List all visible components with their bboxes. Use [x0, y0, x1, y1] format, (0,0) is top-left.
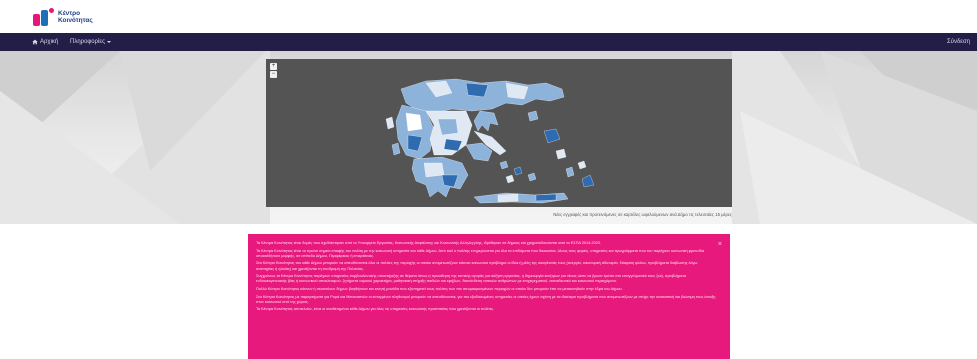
- logo-bar: Κέντρο Κοινότητας: [0, 0, 977, 32]
- info-paragraph-6: Στα Κέντρα Κοινότητας με παραρτήματα για…: [256, 294, 716, 304]
- nav-home-link[interactable]: Αρχική: [32, 39, 58, 45]
- map-panel[interactable]: + −: [266, 59, 732, 207]
- nav-home-label: Αρχική: [40, 39, 59, 45]
- zoom-in-button[interactable]: +: [270, 63, 277, 70]
- logo-line-1: Κέντρο: [58, 10, 81, 17]
- info-paragraph-2: Τα Κέντρα Κοινότητας είναι το πρώτο σημε…: [256, 248, 704, 258]
- greece-municipalities-map[interactable]: [266, 59, 732, 207]
- info-paragraph-3: Στα Κέντρα Κοινότητας του κάθε Δήμου μπο…: [256, 261, 698, 271]
- info-paragraph-5: Πολλά Κέντρα Κοινότητας κάνουν ή σκοπεύο…: [256, 286, 623, 291]
- home-icon: [32, 39, 38, 45]
- logo-mark-icon: [33, 8, 55, 26]
- zoom-out-button[interactable]: −: [270, 71, 277, 78]
- info-paragraph-1: Τα Κέντρα Κοινότητας είναι δομές που σχε…: [256, 241, 602, 245]
- caret-down-icon: [106, 41, 111, 43]
- nav-info-dropdown[interactable]: Πληροφορίες: [70, 39, 111, 45]
- logo-line-2: Κοινότητας: [58, 17, 93, 24]
- info-paragraph-7: Τα Κέντρα Κοινότητας αποτελούν, είναι οι…: [256, 307, 495, 312]
- nav-info-label: Πληροφορίες: [70, 39, 105, 45]
- logo[interactable]: Κέντρο Κοινότητας: [33, 7, 93, 27]
- logo-text: Κέντρο Κοινότητας: [58, 10, 93, 24]
- hero-section: + − Νέες εγγραφές και προτεινόμενες σε κ…: [0, 51, 977, 224]
- nav-login-label: Σύνδεση: [946, 39, 970, 45]
- info-alert: × Τα Κέντρα Κοινότητας είναι δομές που σ…: [248, 234, 730, 359]
- close-icon[interactable]: ×: [718, 241, 722, 248]
- info-paragraph-4: Συγχρόνως τα Κέντρα Κοινότητας παρέχουν …: [256, 274, 686, 284]
- map-caption: Νέες εγγραφές και προτεινόμενες σε καρτέ…: [553, 212, 732, 217]
- navbar: Αρχική Πληροφορίες Σύνδεση: [0, 33, 977, 51]
- nav-login-link[interactable]: Σύνδεση: [947, 39, 970, 45]
